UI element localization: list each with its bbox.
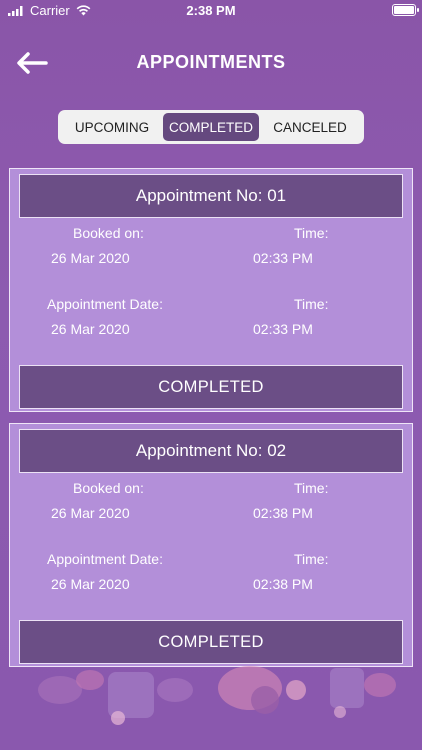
appointment-date-value: 26 Mar 2020 xyxy=(51,321,130,337)
status-badge: COMPLETED xyxy=(19,365,403,409)
decorative-background xyxy=(38,666,396,725)
page-title: APPOINTMENTS xyxy=(136,52,286,72)
booked-time-label: Time: xyxy=(294,480,329,496)
status-time: 2:38 PM xyxy=(186,3,236,18)
appointment-time-value: 02:33 PM xyxy=(253,321,313,337)
battery-icon xyxy=(392,4,419,16)
booked-date-value: 26 Mar 2020 xyxy=(51,505,130,521)
appointment-card[interactable]: Appointment No: 01 Booked on: Time: 26 M… xyxy=(9,168,413,412)
status-right xyxy=(392,4,419,16)
appointment-date-value: 26 Mar 2020 xyxy=(51,576,130,592)
booked-time-label: Time: xyxy=(294,225,329,241)
tab-canceled[interactable]: CANCELED xyxy=(259,113,361,141)
booked-on-label: Booked on: xyxy=(73,225,144,241)
appointment-title: Appointment No: 01 xyxy=(19,174,403,218)
status-badge: COMPLETED xyxy=(19,620,403,664)
appointment-time-label: Time: xyxy=(294,551,329,567)
tab-completed[interactable]: COMPLETED xyxy=(163,113,259,141)
appointment-time-value: 02:38 PM xyxy=(253,576,313,592)
appointment-card[interactable]: Appointment No: 02 Booked on: Time: 26 M… xyxy=(9,423,413,667)
tab-upcoming[interactable]: UPCOMING xyxy=(61,113,163,141)
appointment-tabs: UPCOMING COMPLETED CANCELED xyxy=(58,110,364,144)
booked-time-value: 02:33 PM xyxy=(253,250,313,266)
appointment-time-label: Time: xyxy=(294,296,329,312)
nav-bar: APPOINTMENTS xyxy=(0,38,422,88)
booked-date-value: 26 Mar 2020 xyxy=(51,250,130,266)
status-bar: Carrier 2:38 PM xyxy=(0,0,422,22)
appointment-title: Appointment No: 02 xyxy=(19,429,403,473)
booked-time-value: 02:38 PM xyxy=(253,505,313,521)
appointment-date-label: Appointment Date: xyxy=(47,296,163,312)
appointment-date-label: Appointment Date: xyxy=(47,551,163,567)
booked-on-label: Booked on: xyxy=(73,480,144,496)
